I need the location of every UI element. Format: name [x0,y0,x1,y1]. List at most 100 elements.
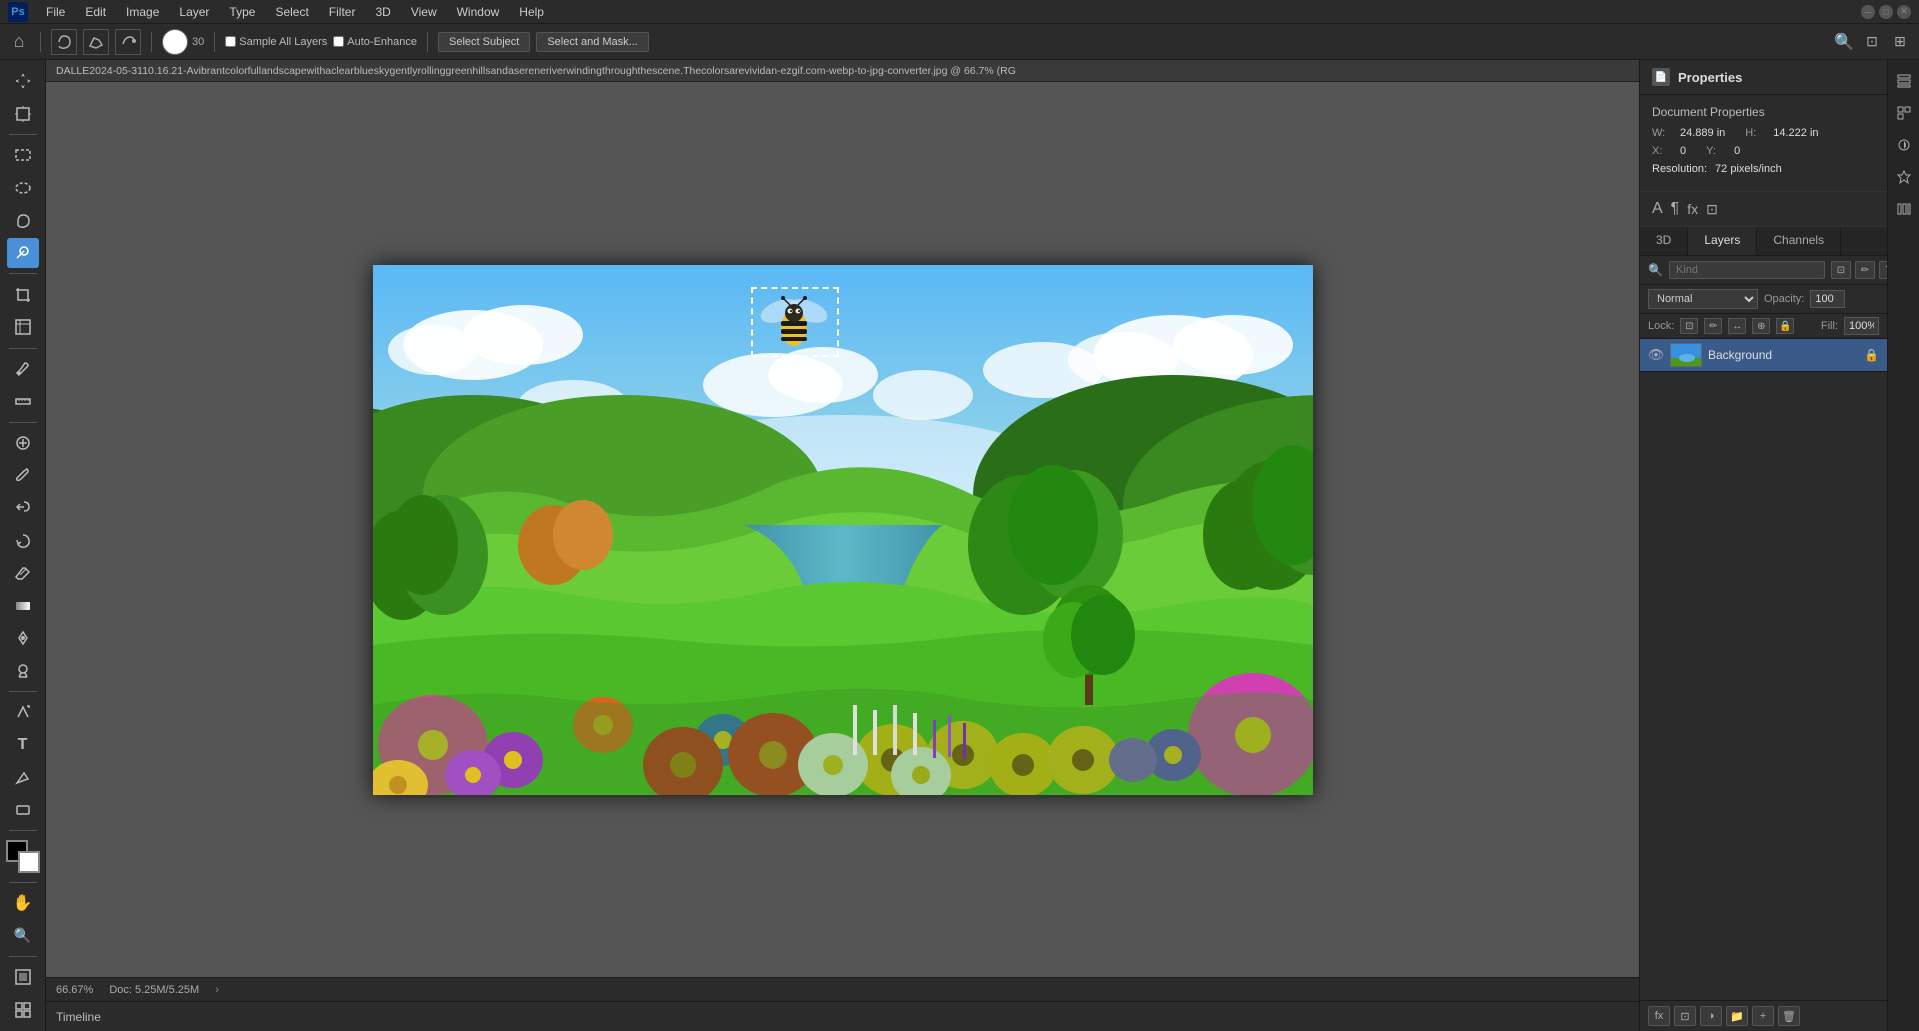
search-icon[interactable]: 🔍 [1833,31,1855,53]
crop-tool[interactable] [7,279,39,310]
magic-wand-tool[interactable] [7,238,39,269]
home-icon[interactable]: ⌂ [8,31,30,53]
rectangular-marquee-tool[interactable] [7,140,39,171]
clone-stamp-tool[interactable] [7,493,39,524]
lock-label: Lock: [1648,320,1674,332]
lock-artboard-btn[interactable]: ⊕ [1752,318,1770,334]
layer-delete-btn[interactable]: 🗑 [1778,1006,1800,1026]
text-icons-row: A ¶ fx ⊡ [1640,192,1887,227]
dodge-tool[interactable] [7,656,39,687]
minimize-button[interactable]: ─ [1861,5,1875,19]
opacity-input[interactable] [1810,290,1845,308]
layers-search-input[interactable] [1669,261,1825,279]
rectangle-tool[interactable] [7,795,39,826]
tab-3d[interactable]: 3D [1640,227,1688,255]
move-tool[interactable] [7,66,39,97]
zoom-tool[interactable]: 🔍 [7,920,39,951]
text-align-icon[interactable]: A [1652,200,1663,218]
menu-type[interactable]: Type [221,3,263,21]
auto-enhance-checkbox[interactable] [333,36,344,47]
layer-thumbnail [1670,343,1702,367]
type-tool[interactable]: T [7,730,39,761]
eyedropper-tool[interactable] [7,353,39,384]
screen-mode-btn[interactable] [7,962,39,993]
blend-mode-select[interactable]: Normal [1648,289,1758,309]
tool-separator [9,134,37,135]
lasso-btn[interactable] [51,29,77,55]
lock-all-btn[interactable]: 🔒 [1776,318,1794,334]
lasso-tool[interactable] [7,205,39,236]
adjustments-icon[interactable] [1891,132,1917,158]
sample-all-layers-checkbox[interactable] [225,36,236,47]
layer-type-filter[interactable]: ⊡ [1831,261,1851,279]
properties-panel-icon[interactable] [1891,68,1917,94]
canvas-image[interactable] [373,265,1313,795]
fill-input[interactable] [1844,317,1879,335]
layer-comps-icon[interactable] [1891,100,1917,126]
menu-window[interactable]: Window [449,3,508,21]
lock-pixels-btn[interactable]: ✏ [1704,318,1722,334]
select-and-mask-button[interactable]: Select and Mask... [536,32,649,52]
history-brush-tool[interactable] [7,525,39,556]
artboard-tool[interactable] [7,99,39,130]
lock-position-btn[interactable]: ↔ [1728,318,1746,334]
frame-tool[interactable] [7,312,39,343]
arrange-windows-icon[interactable]: ⊞ [1889,31,1911,53]
background-color[interactable] [18,851,40,873]
menu-help[interactable]: Help [511,3,552,21]
menu-filter[interactable]: Filter [321,3,364,21]
close-button[interactable]: ✕ [1897,5,1911,19]
layer-mask-btn[interactable]: ⊡ [1674,1006,1696,1026]
blur-tool[interactable] [7,623,39,654]
y-value: 0 [1734,145,1740,157]
tool-separator7 [9,882,37,883]
lock-transparent-btn[interactable]: ⊡ [1680,318,1698,334]
maximize-button[interactable]: □ [1879,5,1893,19]
tab-channels[interactable]: Channels [1757,227,1841,255]
color-picker[interactable] [6,840,40,872]
layer-attr-filter[interactable]: ✏ [1855,261,1875,279]
status-arrow[interactable]: › [215,984,219,996]
elliptical-marquee-tool[interactable] [7,173,39,204]
view-extras-btn[interactable] [7,995,39,1026]
layer-fx-btn[interactable]: fx [1648,1006,1670,1026]
brush-tool[interactable] [7,460,39,491]
menu-3d[interactable]: 3D [367,3,398,21]
fx-icon[interactable]: fx [1687,201,1698,217]
layer-group-btn[interactable]: 📁 [1726,1006,1748,1026]
paragraph-icon[interactable]: ¶ [1671,200,1680,218]
menu-view[interactable]: View [403,3,445,21]
layer-adjustment-btn[interactable]: ◑ [1700,1006,1722,1026]
libraries-icon[interactable] [1891,196,1917,222]
magnetic-lasso-btn[interactable] [115,29,141,55]
ruler-tool[interactable] [7,386,39,417]
workspace-icon[interactable]: ⊡ [1861,31,1883,53]
eraser-tool[interactable] [7,558,39,589]
healing-brush-tool[interactable] [7,428,39,459]
polygon-lasso-btn[interactable] [83,29,109,55]
layer-T-filter[interactable]: T [1879,261,1887,279]
layer-item-background[interactable]: 👁 Background 🔒 [1640,339,1887,372]
layout-icon[interactable]: ⊡ [1706,201,1718,218]
select-subject-button[interactable]: Select Subject [438,32,530,52]
layer-new-btn[interactable]: + [1752,1006,1774,1026]
right-vertical-strip [1887,60,1919,1031]
menu-select[interactable]: Select [267,3,316,21]
pen-tool[interactable] [7,697,39,728]
sample-all-layers-label[interactable]: Sample All Layers [225,36,327,48]
menu-layer[interactable]: Layer [171,3,217,21]
layer-visibility-toggle[interactable]: 👁 [1648,347,1664,363]
timeline-panel: Timeline [46,1001,1639,1031]
tool-separator2 [9,273,37,274]
menu-file[interactable]: File [38,3,73,21]
styles-icon[interactable] [1891,164,1917,190]
canvas-scroll-area[interactable] [46,82,1639,977]
tab-layers[interactable]: Layers [1688,227,1757,255]
hand-tool[interactable]: ✋ [7,888,39,919]
brush-size-value: 30 [192,36,204,48]
auto-enhance-label[interactable]: Auto-Enhance [333,36,417,48]
gradient-tool[interactable] [7,590,39,621]
menu-image[interactable]: Image [118,3,167,21]
path-selection-tool[interactable] [7,762,39,793]
menu-edit[interactable]: Edit [77,3,114,21]
